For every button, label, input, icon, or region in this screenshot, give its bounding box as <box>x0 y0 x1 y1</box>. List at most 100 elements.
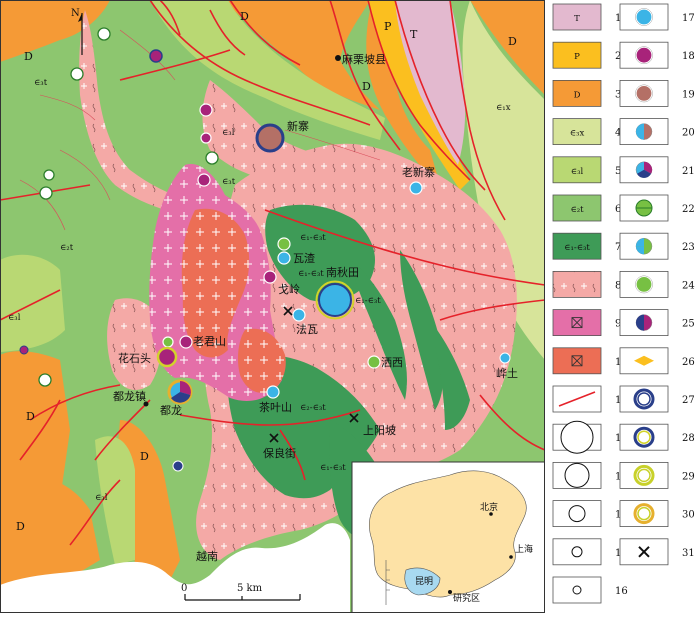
place-malipo: 麻栗坡县 <box>342 52 386 66</box>
legend-item-14: 14 <box>552 500 628 528</box>
legend-item-13: 13 <box>552 461 628 489</box>
legend-label: T <box>574 14 580 24</box>
svg-text:0: 0 <box>181 583 187 594</box>
legend-item-27: 27 <box>619 385 695 413</box>
legend-number: 19 <box>682 89 695 100</box>
place-laoxinzhai: 老新寨 <box>402 165 435 179</box>
legend-number: 20 <box>682 128 695 139</box>
legend-label: P <box>574 52 580 62</box>
legend-item-8: 8 <box>552 270 621 298</box>
legend-item-15: 15 <box>552 538 628 566</box>
legend-item-21: 21 <box>619 156 695 184</box>
geological-map: D D D D D D D T P ∈₁x ∈₃t ∈₃l ∈₃t ∈₂t ∈₃… <box>0 0 695 613</box>
inset-study-area: 研究区 <box>453 592 480 604</box>
legend-label: ∈₁-∈₃t <box>564 243 590 253</box>
legend-item-7: ∈₁-∈₃t 7 <box>552 232 621 260</box>
legend-number: 23 <box>682 242 695 253</box>
unit-label-d: D <box>362 80 371 93</box>
legend-item-22: 22 <box>619 194 695 222</box>
svg-text:5 km: 5 km <box>237 583 263 594</box>
unit-label-e3l: ∈₃l <box>8 313 21 323</box>
unit-label-e1e3t: ∈₁-∈₃t <box>320 463 346 473</box>
legend-item-25: 25 <box>619 309 695 337</box>
inset-beijing: 北京 <box>480 501 498 513</box>
unit-label-d: D <box>140 450 149 463</box>
legend-number: 29 <box>682 471 695 482</box>
svg-text:N: N <box>71 8 80 19</box>
place-chayeshan: 茶叶山 <box>259 401 292 414</box>
place-baoliangjie: 保良街 <box>263 446 296 460</box>
legend-label: ∈₃l <box>571 167 584 177</box>
legend: T1 P2 D3 ∈₃x4 ∈₃l5 ∈₂t6 ∈₁-∈₃t7 8 9 10 11 12 13 14 15 1… <box>552 3 695 604</box>
place-dulong: 都龙 <box>160 404 182 417</box>
legend-item-18: 18 <box>619 41 695 69</box>
unit-label-e3x: ∈₁x <box>496 103 511 113</box>
legend-item-31: 31 <box>619 538 695 566</box>
legend-number: 25 <box>682 319 695 330</box>
unit-label-p: P <box>384 20 392 33</box>
place-shangyangpo: 上阳坡 <box>363 424 396 437</box>
unit-label-e2t: ∈₂t <box>60 243 74 253</box>
place-vietnam: 越南 <box>196 549 218 563</box>
inset-shanghai: 上海 <box>515 543 533 555</box>
place-wazha: 瓦渣 <box>293 251 315 265</box>
legend-item-19: 19 <box>619 80 695 107</box>
unit-label-d: D <box>16 520 25 533</box>
unit-label-d: D <box>24 50 33 63</box>
legend-item-26: 26 <box>619 347 695 375</box>
legend-item-1: T1 <box>552 3 621 31</box>
map-area: D D D D D D D T P ∈₁x ∈₃t ∈₃l ∈₃t ∈₂t ∈₃… <box>0 0 545 613</box>
legend-item-4: ∈₃x 4 <box>552 118 621 145</box>
unit-label-e1e3t: ∈₁-∈₃t <box>298 269 324 279</box>
place-saxi: 洒西 <box>381 356 403 369</box>
legend-item-3: D3 <box>552 80 621 107</box>
inset-map: 北京 上海 昆明 研究区 <box>351 461 545 613</box>
unit-label-e2e3t: ∈₂-∈₃t <box>300 403 326 413</box>
unit-label-t: T <box>410 28 418 41</box>
legend-item-24: 24 <box>619 270 695 298</box>
legend-item-16: 16 <box>552 576 628 604</box>
place-mengtu: 㟆土 <box>496 367 518 380</box>
place-dulongzhen: 都龙镇 <box>113 389 146 403</box>
unit-label-d: D <box>26 410 35 423</box>
legend-number: 31 <box>682 548 695 559</box>
legend-number: 26 <box>682 357 695 368</box>
unit-label-e3l: ∈₃l <box>222 128 235 138</box>
unit-label-e1e3t: ∈₁-∈₃t <box>300 233 326 243</box>
unit-label-e1e3t: ∈₁-∈₃t <box>355 296 381 306</box>
legend-item-30: 30 <box>619 500 695 528</box>
legend-item-5: ∈₃l 5 <box>552 156 621 184</box>
legend-label: D <box>574 90 581 100</box>
legend-item-20: 20 <box>619 118 695 145</box>
legend-item-17: 17 <box>619 3 695 31</box>
unit-label-e3l: ∈₃l <box>95 493 108 503</box>
legend-label: ∈₃x <box>570 129 585 139</box>
legend-number: 16 <box>615 586 628 597</box>
place-huashitou: 花石头 <box>118 352 151 365</box>
legend-number: 24 <box>682 280 695 291</box>
legend-label: ∈₂t <box>570 205 584 215</box>
legend-item-28: 28 <box>619 423 695 451</box>
legend-item-12: 12 <box>552 420 628 454</box>
legend-item-29: 29 <box>619 461 695 489</box>
place-laojunshan: 老君山 <box>193 335 226 348</box>
legend-number: 22 <box>682 204 695 215</box>
inset-kunming: 昆明 <box>415 576 433 587</box>
legend-item-6: ∈₂t 6 <box>552 194 621 222</box>
place-geling: 戈岭 <box>278 282 300 296</box>
legend-number: 30 <box>682 510 695 521</box>
legend-number: 21 <box>682 166 695 177</box>
legend-item-9: 9 <box>552 309 621 337</box>
legend-item-11: 11 <box>552 385 628 413</box>
unit-label-d: D <box>240 10 249 23</box>
legend-number: 18 <box>682 51 695 62</box>
unit-label-e3t: ∈₃t <box>34 78 48 88</box>
legend-item-23: 23 <box>619 232 695 260</box>
unit-label-e3t: ∈₃t <box>222 177 236 187</box>
legend-item-10: 10 <box>552 347 628 375</box>
place-nanqiutian: 南秋田 <box>326 265 359 279</box>
unit-label-d: D <box>508 35 517 48</box>
place-xinzhai: 新寨 <box>287 119 309 133</box>
legend-number: 27 <box>682 395 695 406</box>
legend-number: 28 <box>682 433 695 444</box>
